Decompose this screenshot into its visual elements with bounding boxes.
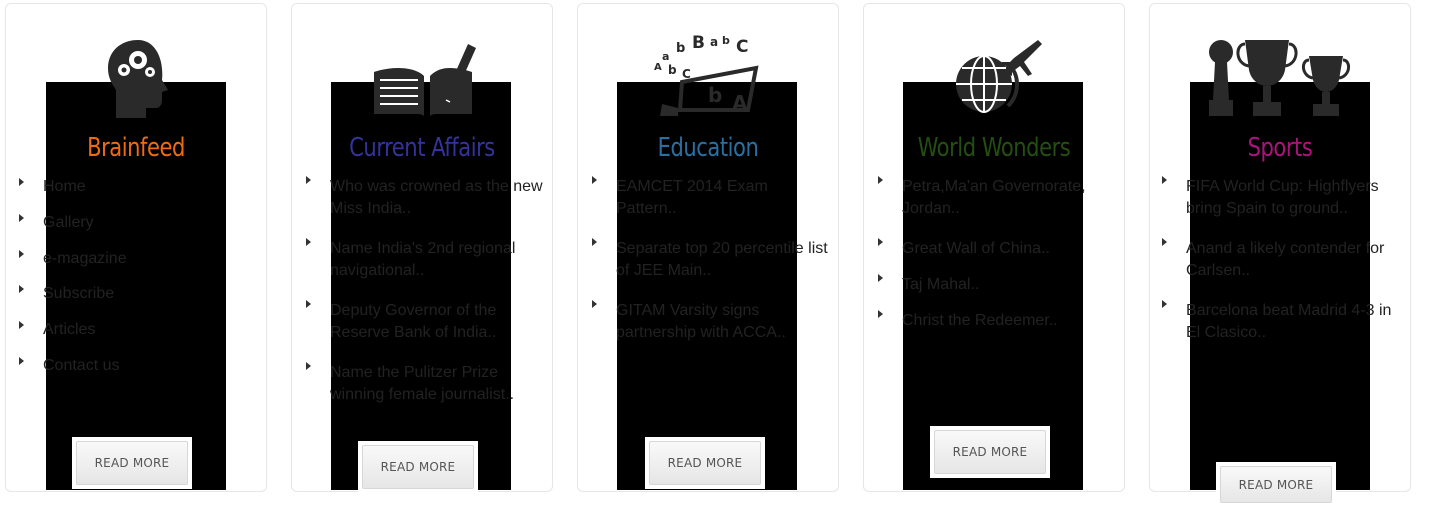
list-item[interactable]: e-magazine bbox=[19, 249, 239, 268]
news-link[interactable]: Name India's 2nd regional navigational.. bbox=[330, 240, 515, 279]
trophies-icon bbox=[1209, 40, 1350, 116]
nav-link-articles[interactable]: Articles bbox=[43, 321, 95, 338]
brainfeed-read-more-button[interactable]: READ MORE bbox=[72, 437, 192, 489]
nav-link-contact-us[interactable]: Contact us bbox=[43, 357, 119, 374]
bullet-icon bbox=[19, 213, 24, 222]
svg-text:b: b bbox=[708, 83, 722, 107]
bullet-icon bbox=[592, 176, 597, 184]
list-item[interactable]: Anand a likely contender for Carlsen.. bbox=[1162, 238, 1407, 282]
svg-text:A: A bbox=[732, 91, 748, 115]
list-item[interactable]: EAMCET 2014 Exam Pattern.. bbox=[592, 176, 832, 220]
current-affairs-news-list: Who was crowned as the new Miss India.. … bbox=[306, 176, 546, 424]
list-item[interactable]: Who was crowned as the new Miss India.. bbox=[306, 176, 546, 220]
bullet-icon bbox=[1162, 300, 1167, 308]
news-link[interactable]: FIFA World Cup: Highflyers bring Spain t… bbox=[1186, 178, 1379, 217]
card-current-affairs-title: Current Affairs bbox=[349, 133, 495, 163]
news-link[interactable]: Barcelona beat Madrid 4-3 in El Clasico.… bbox=[1186, 302, 1391, 341]
card-education-title: Education bbox=[657, 133, 759, 163]
list-item[interactable]: Barcelona beat Madrid 4-3 in El Clasico.… bbox=[1162, 300, 1407, 344]
head-gears-icon bbox=[108, 40, 168, 118]
card-brainfeed-title: Brainfeed bbox=[87, 133, 185, 163]
bullet-icon bbox=[306, 238, 311, 246]
news-link[interactable]: EAMCET 2014 Exam Pattern.. bbox=[616, 178, 768, 217]
news-link[interactable]: Deputy Governor of the Reserve Bank of I… bbox=[330, 302, 496, 341]
read-more-label: READ MORE bbox=[362, 445, 474, 489]
nav-link-e-magazine[interactable]: e-magazine bbox=[43, 250, 127, 267]
bullet-icon bbox=[592, 300, 597, 308]
bullet-icon bbox=[1162, 238, 1167, 246]
bullet-icon bbox=[878, 274, 883, 282]
read-more-label: READ MORE bbox=[1220, 466, 1332, 503]
list-item[interactable]: Gallery bbox=[19, 213, 239, 232]
list-item[interactable]: Name the Pulitzer Prize winning female j… bbox=[306, 362, 546, 406]
svg-text:b: b bbox=[722, 34, 730, 47]
bullet-icon bbox=[592, 238, 597, 246]
laptop-letters-icon: A a b B a b C b C b A bbox=[654, 33, 759, 116]
sports-news-list: FIFA World Cup: Highflyers bring Spain t… bbox=[1162, 176, 1407, 362]
list-item[interactable]: Contact us bbox=[19, 356, 239, 375]
list-item[interactable]: GITAM Varsity signs partnership with ACC… bbox=[592, 300, 832, 344]
bullet-icon bbox=[19, 249, 24, 258]
bullet-icon bbox=[306, 176, 311, 184]
news-link[interactable]: Great Wall of China.. bbox=[902, 240, 1050, 257]
svg-text:C: C bbox=[736, 37, 748, 57]
book-pen-icon bbox=[374, 44, 476, 116]
list-item[interactable]: Name India's 2nd regional navigational.. bbox=[306, 238, 546, 282]
bullet-icon bbox=[306, 300, 311, 308]
svg-text:b: b bbox=[668, 63, 677, 77]
bullet-icon bbox=[19, 285, 24, 294]
list-item[interactable]: Separate top 20 percentile list of JEE M… bbox=[592, 238, 832, 282]
bullet-icon bbox=[1162, 176, 1167, 184]
list-item[interactable]: FIFA World Cup: Highflyers bring Spain t… bbox=[1162, 176, 1407, 220]
bullet-icon bbox=[19, 321, 24, 330]
card-sports-title: Sports bbox=[1247, 133, 1313, 163]
svg-text:a: a bbox=[662, 50, 669, 63]
brainfeed-nav-list: Home Gallery e-magazine Subscribe Articl… bbox=[19, 178, 239, 393]
read-more-label: READ MORE bbox=[934, 430, 1046, 474]
news-link[interactable]: Name the Pulitzer Prize winning female j… bbox=[330, 364, 514, 403]
svg-text:b: b bbox=[676, 41, 685, 56]
svg-text:A: A bbox=[654, 62, 662, 73]
read-more-label: READ MORE bbox=[76, 441, 188, 485]
nav-link-gallery[interactable]: Gallery bbox=[43, 214, 94, 231]
list-item[interactable]: Articles bbox=[19, 321, 239, 339]
bullet-icon bbox=[878, 310, 883, 318]
news-link[interactable]: Anand a likely contender for Carlsen.. bbox=[1186, 240, 1384, 279]
current-affairs-read-more-button[interactable]: READ MORE bbox=[358, 441, 478, 493]
education-news-list: EAMCET 2014 Exam Pattern.. Separate top … bbox=[592, 176, 832, 362]
world-wonders-news-list: Petra,Ma'an Governorate, Jordan.. Great … bbox=[878, 176, 1118, 350]
news-link[interactable]: Separate top 20 percentile list of JEE M… bbox=[616, 240, 828, 279]
list-item[interactable]: Taj Mahal.. bbox=[878, 274, 1118, 296]
read-more-label: READ MORE bbox=[649, 441, 761, 485]
list-item[interactable]: Petra,Ma'an Governorate, Jordan.. bbox=[878, 176, 1118, 220]
bullet-icon bbox=[19, 178, 24, 186]
svg-text:B: B bbox=[692, 33, 705, 53]
world-wonders-read-more-button[interactable]: READ MORE bbox=[930, 426, 1050, 478]
card-world-wonders-title: World Wonders bbox=[917, 133, 1071, 163]
list-item[interactable]: Subscribe bbox=[19, 285, 239, 303]
bullet-icon bbox=[878, 238, 883, 246]
news-link[interactable]: Petra,Ma'an Governorate, Jordan.. bbox=[902, 178, 1086, 217]
bullet-icon bbox=[19, 356, 24, 365]
news-link[interactable]: Taj Mahal.. bbox=[902, 276, 979, 293]
list-item[interactable]: Great Wall of China.. bbox=[878, 238, 1118, 260]
bullet-icon bbox=[306, 362, 311, 370]
sports-read-more-button[interactable]: READ MORE bbox=[1216, 462, 1336, 507]
news-link[interactable]: Who was crowned as the new Miss India.. bbox=[330, 178, 543, 217]
bullet-icon bbox=[878, 176, 883, 184]
list-item[interactable]: Deputy Governor of the Reserve Bank of I… bbox=[306, 300, 546, 344]
nav-link-subscribe[interactable]: Subscribe bbox=[43, 285, 114, 302]
news-link[interactable]: GITAM Varsity signs partnership with ACC… bbox=[616, 302, 786, 341]
nav-link-home[interactable]: Home bbox=[43, 178, 86, 195]
list-item[interactable]: Home bbox=[19, 178, 239, 196]
svg-text:a: a bbox=[710, 35, 718, 49]
news-link[interactable]: Christ the Redeemer.. bbox=[902, 312, 1058, 329]
list-item[interactable]: Christ the Redeemer.. bbox=[878, 310, 1118, 332]
globe-plane-icon bbox=[956, 40, 1042, 113]
education-read-more-button[interactable]: READ MORE bbox=[645, 437, 765, 489]
